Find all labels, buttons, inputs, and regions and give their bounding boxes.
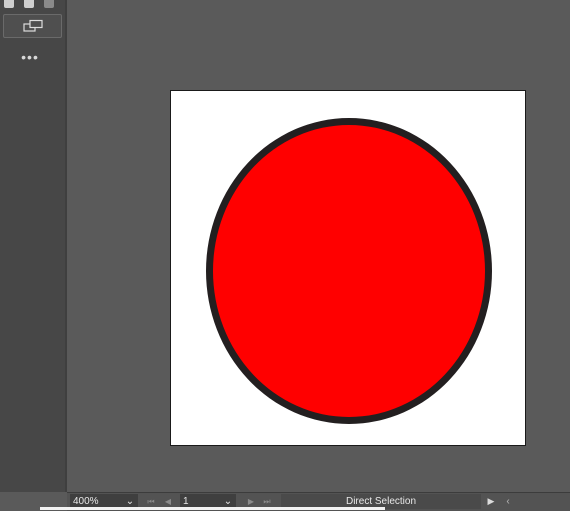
status-menu-play-icon[interactable]: ▶ xyxy=(485,494,497,509)
more-icon[interactable]: ••• xyxy=(0,50,60,64)
panel-divider xyxy=(65,0,67,492)
panel-top-icons xyxy=(0,0,65,10)
change-screen-mode-button[interactable] xyxy=(3,14,62,38)
left-tools-panel: ••• xyxy=(0,0,66,492)
red-ellipse-shape[interactable] xyxy=(206,118,492,424)
layers-icon[interactable] xyxy=(24,0,34,8)
swatch-icon[interactable] xyxy=(44,0,54,8)
document-icon[interactable] xyxy=(4,0,14,8)
change-screen-mode-icon xyxy=(22,19,43,32)
horizontal-scroll-left-icon[interactable]: ‹ xyxy=(503,494,513,509)
